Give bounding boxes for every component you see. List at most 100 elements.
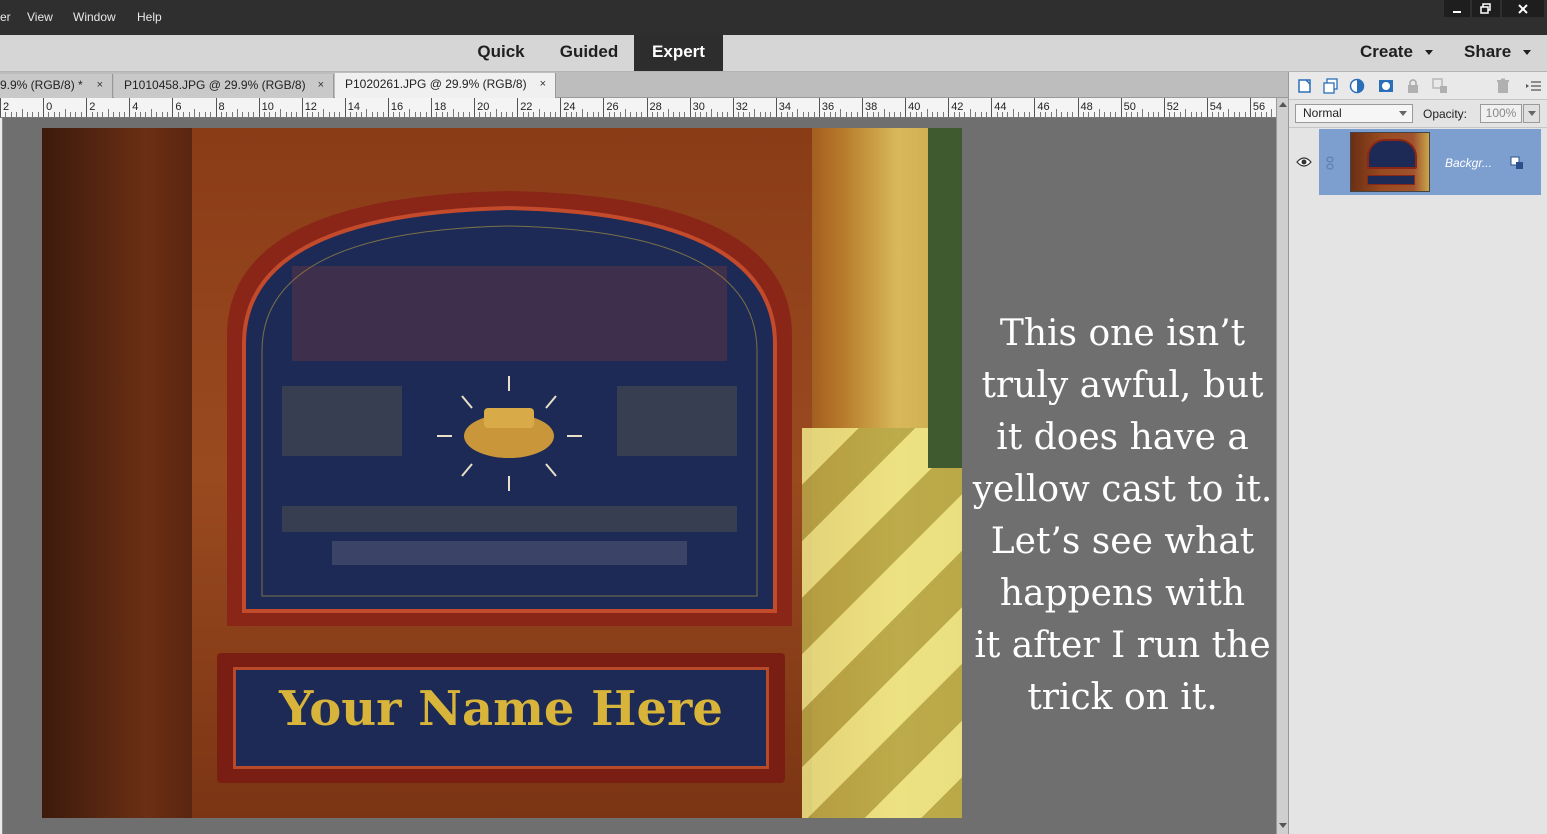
tab-document-2[interactable]: P1010458.JPG @ 29.9% (RGB/8) × [114, 74, 334, 98]
ruler-minor-tick [285, 112, 287, 117]
close-icon[interactable]: × [318, 74, 324, 96]
ruler-minor-tick [150, 109, 152, 117]
ruler-minor-tick [694, 112, 696, 117]
trash-icon[interactable] [1495, 78, 1511, 94]
ruler-minor-tick [813, 112, 815, 117]
ruler-minor-tick [16, 112, 18, 117]
ruler-minor-tick [210, 112, 212, 117]
menu-item-window[interactable]: Window [73, 10, 116, 24]
ruler-minor-tick [140, 112, 142, 117]
lock-all-icon[interactable] [1432, 78, 1448, 94]
close-icon[interactable]: × [97, 74, 103, 96]
ruler-minor-tick [953, 112, 955, 117]
ruler-minor-tick [598, 112, 599, 117]
ruler-minor-tick [1018, 112, 1020, 117]
ruler-minor-tick [1222, 112, 1224, 117]
ruler-minor-tick [102, 112, 104, 117]
ruler-minor-tick [280, 109, 282, 117]
ruler-minor-tick [1271, 109, 1273, 117]
ruler-minor-tick [1039, 112, 1041, 117]
ruler-minor-tick [5, 112, 7, 117]
menu-item-view[interactable]: View [27, 10, 53, 24]
ruler-minor-tick [845, 112, 847, 117]
ruler-minor-tick [1093, 112, 1095, 117]
layer-thumbnail[interactable] [1350, 132, 1430, 192]
mode-expert[interactable]: Expert [634, 35, 723, 71]
crate-side [42, 128, 192, 818]
ruler-minor-tick [1072, 112, 1074, 117]
ruler-minor-tick [1088, 112, 1090, 117]
ruler-minor-tick [791, 112, 793, 117]
ruler-minor-tick [1255, 112, 1257, 117]
lock-icon[interactable] [1405, 78, 1421, 94]
ruler-minor-tick [932, 112, 934, 117]
ruler-minor-tick [786, 112, 788, 117]
menu-item-help[interactable]: Help [137, 10, 162, 24]
mode-guided[interactable]: Guided [546, 35, 632, 71]
ruler-minor-tick [75, 112, 77, 117]
ruler-minor-tick [70, 112, 72, 117]
ruler-minor-tick [840, 109, 842, 117]
ruler-minor-tick [538, 109, 540, 117]
ruler-minor-tick [414, 112, 416, 117]
ruler-minor-tick [425, 112, 427, 117]
opacity-input[interactable]: 100% [1480, 104, 1522, 123]
new-layer-icon[interactable] [1297, 78, 1313, 94]
ruler-minor-tick [91, 112, 93, 117]
adjustment-layer-icon[interactable] [1349, 78, 1365, 94]
ruler-minor-tick [1212, 112, 1214, 117]
ruler-minor-tick [765, 112, 767, 117]
canvas-area[interactable]: Your Name Here This one isn’t truly awfu… [3, 118, 1276, 834]
ruler-minor-tick [134, 112, 136, 117]
ruler-minor-tick [1109, 112, 1111, 117]
menu-item-edit-partial[interactable]: er [0, 10, 11, 24]
share-menu[interactable]: Share [1464, 35, 1532, 71]
ruler-minor-tick [274, 112, 276, 117]
ruler-minor-tick [544, 112, 546, 117]
ruler-major-tick [818, 98, 820, 117]
ruler-minor-tick [1131, 112, 1133, 117]
vertical-scrollbar[interactable] [1276, 98, 1288, 834]
tab-document-3[interactable]: P1020261.JPG @ 29.9% (RGB/8) × [335, 73, 556, 98]
tab-document-1[interactable]: 9.9% (RGB/8) * × [0, 74, 113, 98]
scroll-up-icon[interactable] [1279, 102, 1287, 107]
ruler-minor-tick [1201, 112, 1203, 117]
ruler-major-tick [862, 98, 863, 117]
ruler-major-tick [387, 98, 389, 117]
scroll-down-icon[interactable] [1279, 823, 1287, 828]
mode-quick[interactable]: Quick [466, 35, 536, 71]
checkered-floor [802, 428, 962, 818]
restore-icon [1480, 3, 1491, 14]
caption-line-5: Let’s see what [990, 521, 1255, 562]
eye-icon[interactable] [1296, 156, 1312, 168]
opacity-dropdown[interactable] [1523, 104, 1540, 123]
ruler-minor-tick [630, 112, 632, 117]
ruler-minor-tick [10, 112, 12, 117]
ruler-minor-tick [716, 112, 718, 117]
link-icon[interactable] [1325, 156, 1335, 170]
ruler-minor-tick [808, 112, 810, 117]
close-icon[interactable]: × [540, 73, 546, 95]
new-group-icon[interactable] [1323, 78, 1339, 94]
create-label: Create [1360, 42, 1413, 61]
ruler-major-tick [1163, 98, 1165, 117]
thumbnail-nameplate [1367, 175, 1415, 185]
panel-menu-icon[interactable] [1526, 78, 1542, 94]
ruler-minor-tick [220, 112, 222, 117]
close-button[interactable] [1502, 0, 1544, 17]
ruler-major-tick [301, 98, 303, 117]
create-menu[interactable]: Create [1360, 35, 1433, 71]
ruler-minor-tick [727, 112, 729, 117]
ruler-major-tick [948, 98, 950, 117]
ruler-minor-tick [59, 112, 61, 117]
ruler-major-tick [431, 98, 432, 117]
minimize-button[interactable] [1444, 0, 1470, 17]
blend-mode-select[interactable]: Normal [1295, 104, 1413, 123]
ruler-minor-tick [484, 112, 486, 117]
ruler-minor-tick [851, 112, 853, 117]
layer-name[interactable]: Backgr... [1445, 156, 1492, 170]
layer-mask-icon[interactable] [1378, 78, 1394, 94]
caption-text: This one isn’t truly awful, but it does … [966, 308, 1279, 724]
ruler-minor-tick [317, 112, 319, 117]
restore-button[interactable] [1472, 0, 1500, 17]
